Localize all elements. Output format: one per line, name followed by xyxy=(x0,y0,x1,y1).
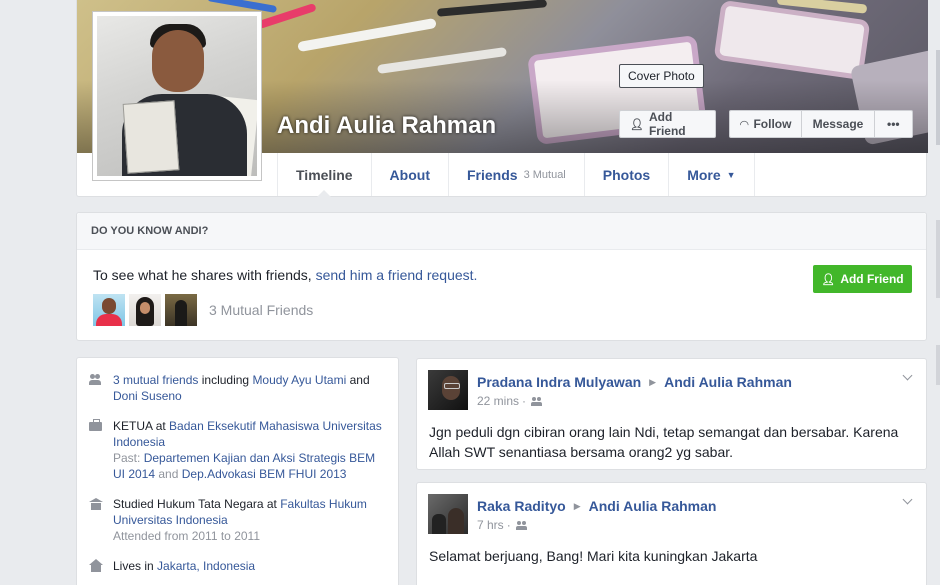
tab-friends[interactable]: Friends 3 Mutual xyxy=(447,153,584,196)
tab-friends-mutual-count: 3 Mutual xyxy=(523,168,566,181)
intro-work: KETUA at Badan Eksekutif Mahasiswa Unive… xyxy=(89,418,389,482)
post-header: Raka Radityo ▶ Andi Aulia Rahman xyxy=(477,498,716,514)
follow-button[interactable]: ◠ Follow xyxy=(730,111,802,137)
post-text: Selamat berjuang, Bang! Mari kita kuning… xyxy=(429,548,758,564)
separator: · xyxy=(522,394,527,408)
text: and xyxy=(346,373,370,387)
right-sidebar-edge xyxy=(936,0,940,585)
tab-timeline[interactable]: Timeline xyxy=(277,153,371,197)
post-meta: 22 mins · xyxy=(477,394,543,408)
separator: · xyxy=(506,518,511,532)
text: and xyxy=(155,467,182,481)
profile-picture[interactable] xyxy=(92,11,262,181)
timeline-post: Pradana Indra Mulyawan ▶ Andi Aulia Rahm… xyxy=(416,358,927,470)
cover-decoration xyxy=(377,46,507,75)
friends-audience-icon[interactable] xyxy=(531,396,543,406)
post-author-avatar[interactable] xyxy=(428,494,468,534)
add-friend-button[interactable]: 👤︎ Add Friend xyxy=(619,110,716,138)
tab-label: Friends xyxy=(466,166,518,183)
people-icon xyxy=(89,373,103,387)
text: including xyxy=(198,373,253,387)
tab-photos[interactable]: Photos xyxy=(583,153,668,196)
intro-friends-text: 3 mutual friends including Moudy Ayu Uta… xyxy=(113,372,389,404)
send-friend-request-link[interactable]: send him a friend request. xyxy=(316,267,478,283)
add-friend-label: Add Friend xyxy=(648,110,686,138)
mutual-friend-avatar[interactable] xyxy=(93,294,125,326)
profile-name[interactable]: Andi Aulia Rahman xyxy=(277,112,496,140)
post-header: Pradana Indra Mulyawan ▶ Andi Aulia Rahm… xyxy=(477,374,792,390)
mutual-friends-link[interactable]: 3 mutual friends xyxy=(113,373,198,387)
text: Studied Hukum Tata Negara at xyxy=(113,497,281,511)
profile-action-group: ◠ Follow Message ••• xyxy=(729,110,913,138)
intro-education: Studied Hukum Tata Negara at Fakultas Hu… xyxy=(89,496,389,544)
tab-label: More xyxy=(687,166,721,183)
post-meta: 7 hrs · xyxy=(477,518,528,532)
intro-lives-text: Lives in Jakarta, Indonesia xyxy=(113,558,255,574)
post-text: Jgn peduli dgn cibiran orang lain Ndi, t… xyxy=(429,424,899,460)
profile-picture-image xyxy=(97,16,257,176)
intro-work-text: KETUA at Badan Eksekutif Mahasiswa Unive… xyxy=(113,418,389,482)
prompt-text: To see what he shares with friends, xyxy=(93,267,316,283)
post-timestamp[interactable]: 22 mins xyxy=(477,394,519,408)
past-work-link[interactable]: Dep.Advokasi BEM FHUI 2013 xyxy=(182,467,347,481)
text: Attended from 2011 to 2011 xyxy=(113,529,260,543)
text: KETUA xyxy=(113,419,153,433)
cover-decoration xyxy=(436,0,548,17)
tab-more[interactable]: More ▼ xyxy=(668,153,755,196)
intro-lives-in: Lives in Jakarta, Indonesia xyxy=(89,558,389,574)
intro-education-text: Studied Hukum Tata Negara at Fakultas Hu… xyxy=(113,496,389,544)
message-button[interactable]: Message xyxy=(802,111,875,137)
tab-label: Photos xyxy=(602,166,651,183)
text: at xyxy=(152,419,170,433)
mutual-friend-avatar[interactable] xyxy=(165,294,197,326)
profile-header: Cover Photo Andi Aulia Rahman 👤︎ Add Fri… xyxy=(76,0,928,197)
more-options-button[interactable]: ••• xyxy=(875,111,912,137)
school-icon xyxy=(89,497,103,511)
post-options-chevron-icon[interactable] xyxy=(902,495,914,507)
cover-photo-button[interactable]: Cover Photo xyxy=(619,64,704,88)
arrow-right-icon: ▶ xyxy=(573,500,581,511)
mutual-friends-count[interactable]: 3 Mutual Friends xyxy=(209,302,313,318)
friends-audience-icon[interactable] xyxy=(515,520,528,530)
post-author-link[interactable]: Pradana Indra Mulyawan xyxy=(477,374,641,390)
tab-about[interactable]: About xyxy=(370,153,448,196)
post-author-avatar[interactable] xyxy=(428,370,468,410)
follow-label: Follow xyxy=(753,117,792,131)
add-friend-icon: 👤︎ xyxy=(821,273,836,286)
intro-card: 3 mutual friends including Moudy Ayu Uta… xyxy=(76,357,399,585)
do-you-know-heading: DO YOU KNOW ANDI? xyxy=(77,213,926,250)
timeline-post: Raka Radityo ▶ Andi Aulia Rahman 7 hrs ·… xyxy=(416,482,927,585)
tab-label: Timeline xyxy=(296,166,353,183)
text: Past: xyxy=(113,451,144,465)
friend-request-prompt: To see what he shares with friends, send… xyxy=(93,267,477,283)
caret-down-icon: ▼ xyxy=(726,169,736,180)
post-target-link[interactable]: Andi Aulia Rahman xyxy=(589,498,717,514)
friend-link[interactable]: Doni Suseno xyxy=(113,389,182,403)
city-link[interactable]: Jakarta, Indonesia xyxy=(157,559,255,573)
mutual-friends-row: 3 Mutual Friends xyxy=(93,294,313,326)
profile-nav-tabs: Timeline About Friends 3 Mutual Photos M… xyxy=(277,153,755,197)
post-timestamp[interactable]: 7 hrs xyxy=(477,518,504,532)
post-options-chevron-icon[interactable] xyxy=(902,371,914,383)
post-author-link[interactable]: Raka Radityo xyxy=(477,498,566,514)
text: Lives in xyxy=(113,559,158,573)
tab-label: About xyxy=(389,166,430,183)
briefcase-icon xyxy=(89,419,103,433)
intro-mutual-friends: 3 mutual friends including Moudy Ayu Uta… xyxy=(89,372,389,404)
home-icon xyxy=(89,559,103,573)
cover-decoration xyxy=(297,17,437,53)
add-friend-label: Add Friend xyxy=(840,272,904,286)
cover-decoration xyxy=(713,0,871,81)
add-friend-icon: 👤︎ xyxy=(630,118,644,131)
rss-icon: ◠ xyxy=(740,118,749,131)
friend-link[interactable]: Moudy Ayu Utami xyxy=(252,373,346,387)
mutual-friend-avatar[interactable] xyxy=(129,294,161,326)
add-friend-green-button[interactable]: 👤︎ Add Friend xyxy=(813,265,912,293)
do-you-know-box: DO YOU KNOW ANDI? To see what he shares … xyxy=(76,212,927,341)
post-target-link[interactable]: Andi Aulia Rahman xyxy=(664,374,792,390)
arrow-right-icon: ▶ xyxy=(649,376,657,387)
